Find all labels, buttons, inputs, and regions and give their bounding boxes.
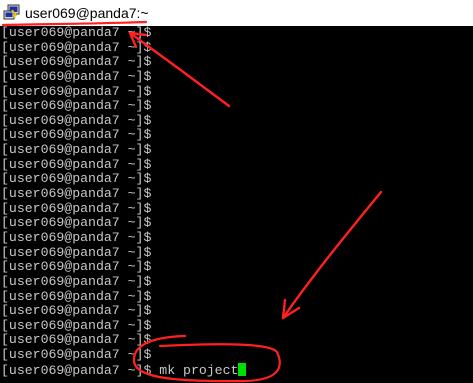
putty-terminal-icon xyxy=(3,4,21,22)
prompt-line: [user069@panda7 ~]$ xyxy=(1,332,152,348)
prompt-line: [user069@panda7 ~]$ xyxy=(1,186,152,202)
prompt-line: [user069@panda7 ~]$ xyxy=(1,215,152,231)
prompt-line: [user069@panda7 ~]$ xyxy=(1,83,152,99)
prompt-line: [user069@panda7 ~]$ xyxy=(1,171,152,187)
prompt-line: [user069@panda7 ~]$ xyxy=(1,98,152,114)
prompt-line: [user069@panda7 ~]$ xyxy=(1,142,152,158)
prompt-line: [user069@panda7 ~]$ xyxy=(1,317,152,333)
prompt-line: [user069@panda7 ~]$ xyxy=(1,26,152,40)
prompt-line: [user069@panda7 ~]$ xyxy=(1,200,152,216)
prompt-line: [user069@panda7 ~]$ xyxy=(1,229,152,245)
prompt-line: [user069@panda7 ~]$ xyxy=(1,112,152,128)
current-command-line[interactable]: [user069@panda7 ~]$ mk project xyxy=(1,362,473,378)
title-bar: user069@panda7:~ xyxy=(0,0,473,26)
prompt-line: [user069@panda7 ~]$ xyxy=(1,156,152,172)
text-cursor xyxy=(238,362,247,376)
prompt-line: [user069@panda7 ~]$ xyxy=(1,39,152,55)
current-prompt: [user069@panda7 ~]$ xyxy=(1,362,152,378)
terminal-output[interactable]: [user069@panda7 ~]$ [user069@panda7 ~]$ [u… xyxy=(0,26,473,383)
prompt-line: [user069@panda7 ~]$ xyxy=(1,288,152,304)
prompt-line: [user069@panda7 ~]$ xyxy=(1,303,152,319)
window-title: user069@panda7:~ xyxy=(25,5,149,21)
prompt-line: [user069@panda7 ~]$ xyxy=(1,347,152,363)
terminal-window: user069@panda7:~ [user069@panda7 ~]$ [use… xyxy=(0,0,473,383)
prompt-line: [user069@panda7 ~]$ xyxy=(1,259,152,275)
command-input[interactable]: mk project xyxy=(151,363,238,378)
prompt-line: [user069@panda7 ~]$ xyxy=(1,244,152,260)
prompt-line: [user069@panda7 ~]$ xyxy=(1,54,152,70)
prompt-line: [user069@panda7 ~]$ xyxy=(1,127,152,143)
prompt-line: [user069@panda7 ~]$ xyxy=(1,273,152,289)
prompt-line: [user069@panda7 ~]$ xyxy=(1,68,152,84)
prompt-history: [user069@panda7 ~]$ [user069@panda7 ~]$ [u… xyxy=(1,26,473,363)
